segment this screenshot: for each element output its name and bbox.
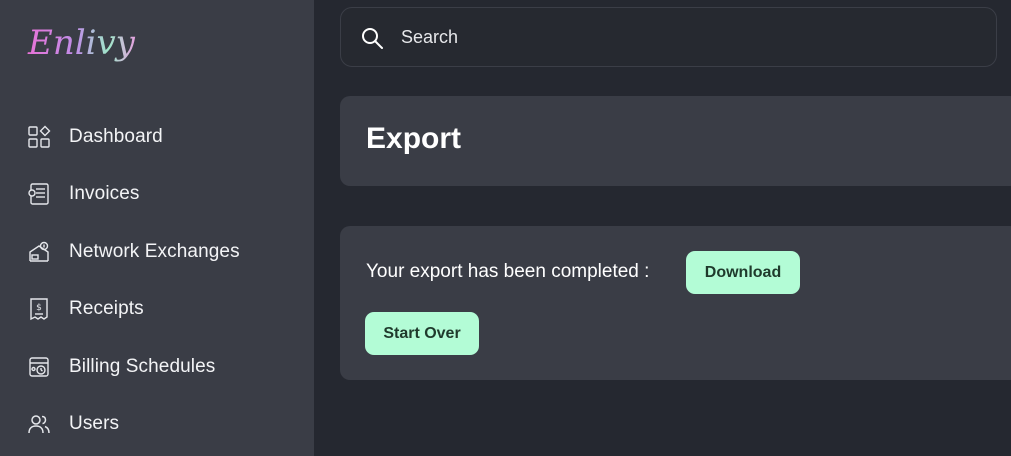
- page-title: Export: [366, 122, 462, 155]
- receipt-icon: $: [27, 297, 51, 321]
- svg-text:Enlivy: Enlivy: [27, 23, 136, 63]
- sidebar-item-label: Network Exchanges: [69, 240, 240, 262]
- export-result-card: Your export has been completed : Downloa…: [340, 226, 1011, 380]
- sidebar-item-dashboard[interactable]: Dashboard: [0, 108, 314, 166]
- sidebar-item-users[interactable]: Users: [0, 396, 314, 454]
- sidebar-item-invoices[interactable]: Invoices: [0, 166, 314, 224]
- sidebar-item-label: Users: [69, 413, 120, 435]
- search-icon: [360, 26, 384, 50]
- sidebar-item-label: Invoices: [69, 183, 140, 205]
- invoice-icon: [27, 182, 51, 206]
- sidebar-item-network-exchanges[interactable]: Network Exchanges: [0, 223, 314, 281]
- search-bar: [340, 7, 997, 67]
- dashboard-icon: [27, 125, 51, 149]
- network-exchange-icon: [27, 240, 51, 264]
- sidebar-nav: Dashboard Invoices Network Exchanges $ R…: [0, 108, 314, 453]
- page-header: Export: [340, 96, 1011, 186]
- sidebar-item-label: Dashboard: [69, 125, 163, 147]
- brand-logo[interactable]: Enlivy: [26, 20, 156, 70]
- sidebar-item-receipts[interactable]: $ Receipts: [0, 281, 314, 339]
- search-input[interactable]: [401, 8, 981, 66]
- app-root: Enlivy Dashboard Invoices Network Exchan…: [0, 0, 1011, 456]
- sidebar-item-label: Billing Schedules: [69, 355, 216, 377]
- sidebar: Enlivy Dashboard Invoices Network Exchan…: [0, 0, 314, 456]
- billing-schedule-icon: [27, 355, 51, 379]
- sidebar-item-label: Receipts: [69, 298, 144, 320]
- sidebar-item-billing-schedules[interactable]: Billing Schedules: [0, 338, 314, 396]
- download-button[interactable]: Download: [686, 251, 800, 294]
- start-over-button[interactable]: Start Over: [365, 312, 479, 355]
- brand-logo-graphic: Enlivy: [27, 23, 136, 63]
- export-status-message: Your export has been completed :: [366, 261, 650, 282]
- users-icon: [27, 412, 51, 436]
- svg-text:$: $: [36, 303, 42, 313]
